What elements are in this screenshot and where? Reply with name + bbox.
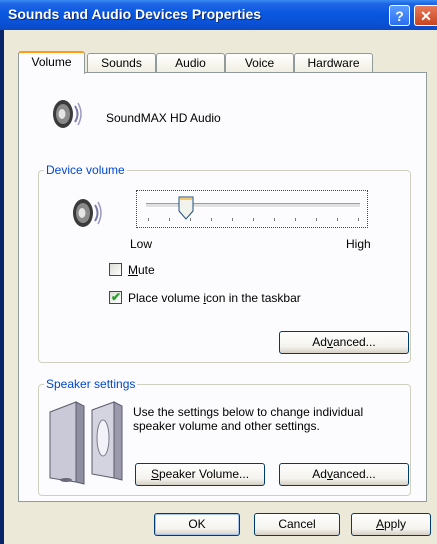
dialog-window: Sounds and Audio Devices Properties ? ✕ … bbox=[0, 0, 437, 544]
slider-tick bbox=[295, 218, 296, 221]
taskbar-icon-checkbox[interactable]: ✔ bbox=[109, 290, 122, 304]
slider-tick bbox=[274, 218, 275, 221]
device-advanced-button[interactable]: Advanced... bbox=[279, 331, 409, 354]
volume-slider[interactable] bbox=[136, 190, 368, 228]
speaker-settings-description: Use the settings below to change individ… bbox=[133, 405, 364, 433]
help-button[interactable]: ? bbox=[389, 5, 410, 26]
tab-volume[interactable]: Volume bbox=[18, 51, 85, 74]
volume-speaker-icon bbox=[73, 199, 102, 227]
close-button[interactable]: ✕ bbox=[414, 5, 437, 26]
volume-slider-thumb[interactable] bbox=[178, 196, 194, 220]
slider-high-label: High bbox=[346, 237, 371, 251]
title-bar[interactable]: Sounds and Audio Devices Properties ? ✕ bbox=[0, 0, 437, 30]
slider-tick bbox=[253, 218, 254, 221]
taskbar-icon-label[interactable]: Place volume icon in the taskbar bbox=[128, 291, 301, 305]
tab-voice[interactable]: Voice bbox=[225, 53, 294, 72]
speaker-settings-title: Speaker settings bbox=[44, 377, 138, 391]
ok-button[interactable]: OK bbox=[154, 513, 240, 536]
slider-tick bbox=[316, 218, 317, 221]
tab-hardware[interactable]: Hardware bbox=[294, 53, 373, 72]
device-name: SoundMAX HD Audio bbox=[106, 111, 221, 125]
device-volume-title: Device volume bbox=[44, 163, 127, 177]
window-title: Sounds and Audio Devices Properties bbox=[8, 6, 262, 22]
checkmark-icon: ✔ bbox=[111, 290, 122, 304]
slider-tick bbox=[337, 218, 338, 221]
slider-tick bbox=[358, 218, 359, 221]
mute-label[interactable]: Mute bbox=[128, 263, 155, 277]
speakers-icon bbox=[49, 401, 123, 485]
mute-checkbox[interactable] bbox=[109, 263, 122, 276]
speaker-volume-button[interactable]: Speaker Volume... bbox=[135, 463, 265, 486]
speaker-icon bbox=[53, 100, 82, 128]
slider-tick bbox=[148, 218, 149, 221]
speaker-advanced-button[interactable]: Advanced... bbox=[279, 463, 409, 486]
cancel-button[interactable]: Cancel bbox=[254, 513, 340, 536]
slider-low-label: Low bbox=[130, 237, 153, 251]
slider-tick bbox=[232, 218, 233, 221]
slider-tick bbox=[211, 218, 212, 221]
slider-tick bbox=[169, 218, 170, 221]
apply-button[interactable]: Apply bbox=[351, 513, 431, 536]
tab-sounds[interactable]: Sounds bbox=[87, 53, 156, 72]
tab-audio[interactable]: Audio bbox=[156, 53, 225, 72]
